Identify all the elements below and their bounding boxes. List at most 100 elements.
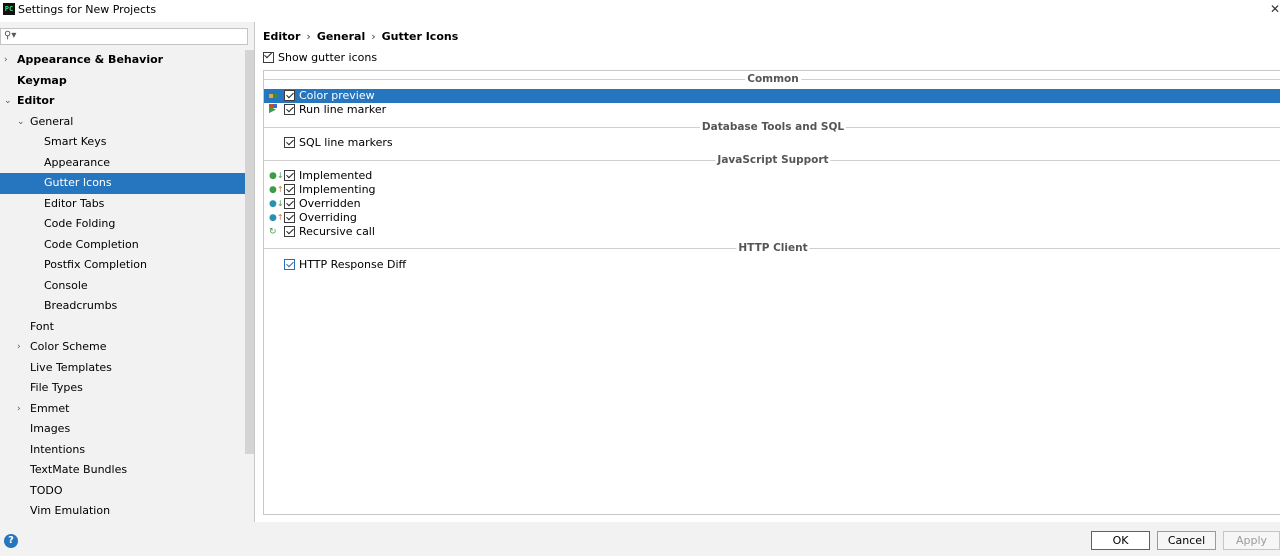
sidebar-item-label: Appearance (44, 155, 111, 169)
chevron-right-icon[interactable]: › (17, 337, 21, 358)
sidebar-item-label: Code Completion (44, 237, 139, 251)
sidebar-item-vim-emulation[interactable]: Vim Emulation (0, 501, 245, 522)
sidebar-item-color-scheme[interactable]: › Color Scheme (0, 337, 245, 358)
option-checkbox[interactable] (284, 184, 295, 195)
sidebar-item-gutter-icons[interactable]: Gutter Icons (0, 173, 245, 194)
gutter-option-implementing[interactable]: ●↑ Implementing (264, 183, 1280, 197)
breadcrumb-general: General (316, 30, 366, 43)
sidebar-item-label: Vim Emulation (30, 504, 111, 517)
search-input[interactable]: ⚲▾ (0, 28, 248, 45)
sidebar-item-label: Color Scheme (30, 340, 107, 353)
gutter-option-implemented[interactable]: ●↓ Implemented (264, 169, 1280, 183)
sidebar-scrollbar[interactable] (245, 50, 254, 522)
option-checkbox[interactable] (284, 259, 295, 270)
section-header: Database Tools and SQL (264, 120, 1280, 134)
sidebar-item-console[interactable]: Console (0, 276, 245, 297)
sidebar-item-label: Images (30, 422, 71, 435)
search-icon: ⚲▾ (4, 30, 17, 41)
chevron-right-icon[interactable]: › (17, 399, 21, 420)
sidebar-item-label: Keymap (17, 73, 67, 87)
apply-button[interactable]: Apply (1223, 531, 1280, 550)
section-title: Database Tools and SQL (699, 120, 847, 134)
gutter-option-overriding[interactable]: ●↑ Overriding (264, 211, 1280, 225)
gutter-option-http-response-diff[interactable]: HTTP Response Diff (264, 258, 1280, 272)
option-checkbox[interactable] (284, 226, 295, 237)
sidebar-item-label: Editor Tabs (44, 196, 105, 210)
sidebar-item-label: Smart Keys (44, 135, 107, 148)
sidebar-item-font[interactable]: Font (0, 317, 245, 338)
sidebar-item-appearance[interactable]: Appearance (0, 153, 245, 174)
sidebar-item-editor-tabs[interactable]: Editor Tabs (0, 194, 245, 215)
sidebar-item-label: Postfix Completion (44, 258, 147, 271)
chevron-down-icon[interactable]: ⌄ (4, 91, 12, 112)
sidebar-item-label: Appearance & Behavior (17, 53, 164, 66)
overridden-icon: ●↓ (269, 199, 284, 209)
option-checkbox[interactable] (284, 170, 295, 181)
sidebar-item-label: Breadcrumbs (44, 299, 118, 312)
breadcrumb: Editor › General › Gutter Icons (263, 30, 458, 43)
sidebar-item-file-types[interactable]: File Types (0, 378, 245, 399)
section-title: JavaScript Support (715, 153, 831, 167)
pycharm-app-icon: PC (3, 3, 15, 15)
option-label: Overriding (299, 211, 357, 224)
gutter-icons-list: Common Color preview ▶ Run line marker Datab… (263, 70, 1280, 515)
section-title: HTTP Client (736, 241, 810, 255)
sidebar-item-appearance-behavior[interactable]: › Appearance & Behavior (0, 50, 245, 71)
help-icon[interactable]: ? (4, 534, 18, 548)
option-checkbox[interactable] (284, 104, 295, 115)
sidebar-item-code-completion[interactable]: Code Completion (0, 235, 245, 256)
sidebar-item-smart-keys[interactable]: Smart Keys (0, 132, 245, 153)
sidebar-item-label: Code Folding (44, 217, 116, 230)
chevron-right-icon[interactable]: › (4, 50, 8, 71)
sidebar-item-label: File Types (30, 381, 83, 394)
scrollbar-thumb[interactable] (245, 50, 254, 454)
title-bar: PC Settings for New Projects ✕ (0, 0, 1280, 22)
chevron-down-icon[interactable]: ⌄ (17, 112, 25, 133)
sidebar-item-label: Font (30, 319, 54, 333)
sidebar-item-label: Gutter Icons (44, 176, 112, 189)
section-header: JavaScript Support (264, 153, 1280, 167)
option-label: Run line marker (299, 103, 387, 116)
gutter-option-sql-line-markers[interactable]: SQL line markers (264, 136, 1280, 150)
ok-button[interactable]: OK (1091, 531, 1150, 550)
sidebar-item-textmate-bundles[interactable]: TextMate Bundles (0, 460, 245, 481)
option-checkbox[interactable] (284, 137, 295, 148)
breadcrumb-separator: › (371, 30, 376, 43)
sidebar-item-label: TODO (30, 483, 63, 497)
sidebar-item-todo[interactable]: TODO (0, 481, 245, 502)
settings-tree: › Appearance & Behavior Keymap ⌄ Editor ⌄ Gene… (0, 50, 245, 522)
gutter-option-run-line-marker[interactable]: ▶ Run line marker (264, 103, 1280, 117)
sidebar-item-editor[interactable]: ⌄ Editor (0, 91, 245, 112)
settings-sidebar: ⚲▾ › Appearance & Behavior Keymap ⌄ Editor ⌄ G… (0, 22, 254, 522)
sidebar-item-intentions[interactable]: Intentions (0, 440, 245, 461)
section-header: Common (264, 72, 1280, 86)
sidebar-item-code-folding[interactable]: Code Folding (0, 214, 245, 235)
sidebar-item-label: Editor (17, 94, 55, 107)
sidebar-item-label: Emmet (30, 401, 70, 415)
sidebar-item-emmet[interactable]: › Emmet (0, 399, 245, 420)
gutter-option-color-preview[interactable]: Color preview (264, 89, 1280, 108)
window-title: Settings for New Projects (18, 3, 157, 16)
option-checkbox[interactable] (284, 212, 295, 223)
option-label: Implemented (299, 169, 373, 182)
show-gutter-icons-option[interactable]: Show gutter icons (263, 51, 377, 64)
sidebar-item-postfix-completion[interactable]: Postfix Completion (0, 255, 245, 276)
section-title: Common (745, 72, 801, 86)
sidebar-item-label: Console (44, 278, 88, 292)
gutter-option-overridden[interactable]: ●↓ Overridden (264, 197, 1280, 211)
option-label: Overridden (299, 197, 361, 210)
gutter-option-recursive-call[interactable]: ↻ Recursive call (264, 225, 1280, 239)
overriding-icon: ●↑ (269, 213, 284, 223)
cancel-button[interactable]: Cancel (1157, 531, 1216, 550)
close-icon[interactable]: ✕ (1270, 2, 1280, 16)
sidebar-item-keymap[interactable]: Keymap (0, 71, 245, 92)
sidebar-item-general[interactable]: ⌄ General (0, 112, 245, 133)
breadcrumb-separator: › (306, 30, 311, 43)
sidebar-item-images[interactable]: Images (0, 419, 245, 440)
sidebar-item-breadcrumbs[interactable]: Breadcrumbs (0, 296, 245, 317)
show-gutter-icons-label: Show gutter icons (278, 51, 378, 64)
sidebar-item-live-templates[interactable]: Live Templates (0, 358, 245, 379)
option-checkbox[interactable] (284, 90, 295, 101)
show-gutter-icons-checkbox[interactable] (263, 52, 274, 63)
option-checkbox[interactable] (284, 198, 295, 209)
